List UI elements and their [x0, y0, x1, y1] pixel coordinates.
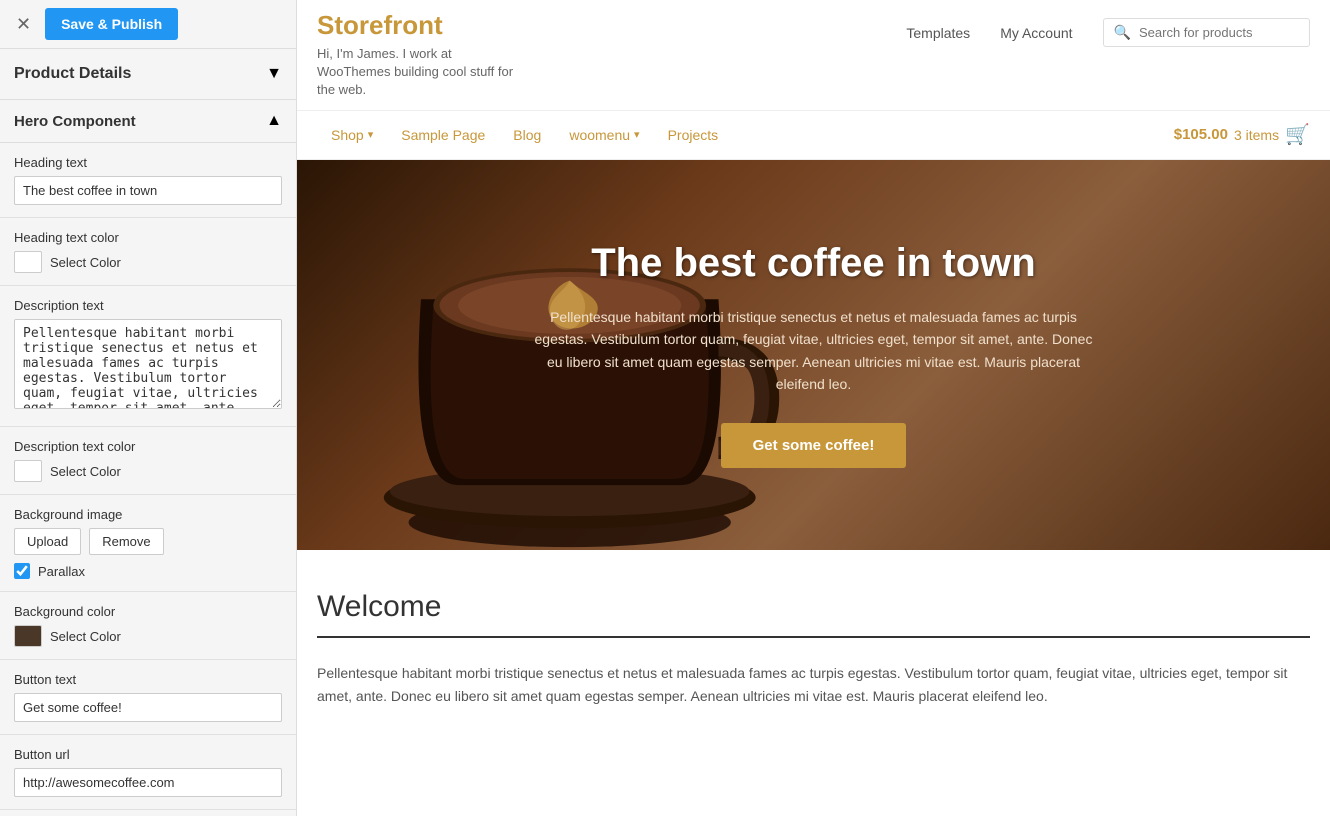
store-name: Storefront — [317, 10, 517, 41]
hero-component-arrow: ▲ — [266, 112, 282, 130]
bg-color-picker-row: Select Color — [14, 625, 282, 647]
nav-sample-page[interactable]: Sample Page — [387, 111, 499, 159]
welcome-divider — [317, 636, 1310, 638]
woomenu-chevron: ▾ — [634, 128, 640, 141]
welcome-section: Welcome Pellentesque habitant morbi tris… — [297, 550, 1330, 750]
button-url-label: Button url — [14, 747, 282, 762]
heading-color-swatch[interactable] — [14, 251, 42, 273]
button-text-label: Button text — [14, 672, 282, 687]
welcome-title: Welcome — [317, 590, 1310, 624]
button-text-section: Button text — [0, 660, 296, 735]
nav-links: Shop ▾ Sample Page Blog woomenu ▾ Projec… — [317, 111, 732, 159]
parallax-row: Parallax — [14, 563, 282, 579]
cart-items: 3 items — [1234, 127, 1279, 143]
text-alignment-section: Text alignment Left — [0, 810, 296, 816]
bg-color-label: Background color — [14, 604, 282, 619]
hero-component-header[interactable]: Hero Component ▲ — [0, 100, 296, 143]
welcome-body-text: Pellentesque habitant morbi tristique se… — [317, 662, 1310, 710]
save-publish-button[interactable]: Save & Publish — [45, 8, 178, 40]
bg-image-row: Upload Remove — [14, 528, 282, 555]
search-icon: 🔍 — [1114, 24, 1131, 41]
hero-component-title: Hero Component — [14, 113, 136, 130]
templates-link[interactable]: Templates — [906, 25, 970, 41]
upload-button[interactable]: Upload — [14, 528, 81, 555]
heading-text-input[interactable] — [14, 176, 282, 205]
cart-price: $105.00 — [1174, 126, 1228, 143]
button-text-input[interactable] — [14, 693, 282, 722]
store-nav: Templates My Account 🔍 — [906, 10, 1310, 47]
description-text-section: Description text Pellentesque habitant m… — [0, 286, 296, 427]
store-header: Storefront Hi, I'm James. I work at WooT… — [297, 0, 1330, 111]
bg-color-section: Background color Select Color — [0, 592, 296, 660]
description-text-label: Description text — [14, 298, 282, 313]
right-panel: Storefront Hi, I'm James. I work at WooT… — [297, 0, 1330, 816]
button-url-input[interactable] — [14, 768, 282, 797]
hero-content: The best coffee in town Pellentesque hab… — [514, 221, 1114, 489]
top-bar: ✕ Save & Publish — [0, 0, 296, 49]
button-url-section: Button url — [0, 735, 296, 810]
nav-shop[interactable]: Shop ▾ — [317, 111, 387, 159]
store-brand: Storefront Hi, I'm James. I work at WooT… — [317, 10, 517, 100]
close-button[interactable]: ✕ — [10, 12, 37, 37]
store-tagline: Hi, I'm James. I work at WooThemes build… — [317, 45, 517, 100]
cart-icon[interactable]: 🛒 — [1285, 122, 1310, 147]
heading-color-section: Heading text color Select Color — [0, 218, 296, 286]
search-input[interactable] — [1139, 25, 1299, 40]
nav-blog[interactable]: Blog — [499, 111, 555, 159]
left-panel: ✕ Save & Publish Product Details ▼ Hero … — [0, 0, 297, 816]
nav-bar: Shop ▾ Sample Page Blog woomenu ▾ Projec… — [297, 111, 1330, 160]
parallax-label: Parallax — [38, 564, 85, 579]
description-color-section: Description text color Select Color — [0, 427, 296, 495]
product-details-header[interactable]: Product Details ▼ — [0, 49, 296, 100]
description-text-area[interactable]: Pellentesque habitant morbi tristique se… — [14, 319, 282, 409]
bg-image-label: Background image — [14, 507, 282, 522]
description-color-picker-row: Select Color — [14, 460, 282, 482]
nav-woomenu[interactable]: woomenu ▾ — [555, 111, 653, 159]
bg-image-section: Background image Upload Remove Parallax — [0, 495, 296, 592]
heading-color-picker-row: Select Color — [14, 251, 282, 273]
remove-button[interactable]: Remove — [89, 528, 163, 555]
hero-cta-button[interactable]: Get some coffee! — [721, 423, 907, 468]
my-account-link[interactable]: My Account — [1000, 25, 1072, 41]
hero-section: The best coffee in town Pellentesque hab… — [297, 160, 1330, 550]
description-select-color-label[interactable]: Select Color — [50, 464, 121, 479]
hero-description: Pellentesque habitant morbi tristique se… — [534, 306, 1094, 396]
heading-text-label: Heading text — [14, 155, 282, 170]
parallax-checkbox[interactable] — [14, 563, 30, 579]
cart-area: $105.00 3 items 🛒 — [1174, 122, 1310, 147]
product-details-title: Product Details — [14, 65, 131, 83]
heading-text-section: Heading text — [0, 143, 296, 218]
heading-select-color-label[interactable]: Select Color — [50, 255, 121, 270]
bg-color-swatch[interactable] — [14, 625, 42, 647]
nav-projects[interactable]: Projects — [654, 111, 733, 159]
description-color-label: Description text color — [14, 439, 282, 454]
description-color-swatch[interactable] — [14, 460, 42, 482]
product-details-arrow: ▼ — [266, 65, 282, 83]
shop-chevron: ▾ — [368, 128, 374, 141]
hero-heading: The best coffee in town — [534, 241, 1094, 286]
search-box: 🔍 — [1103, 18, 1310, 47]
heading-color-label: Heading text color — [14, 230, 282, 245]
bg-select-color-label[interactable]: Select Color — [50, 629, 121, 644]
